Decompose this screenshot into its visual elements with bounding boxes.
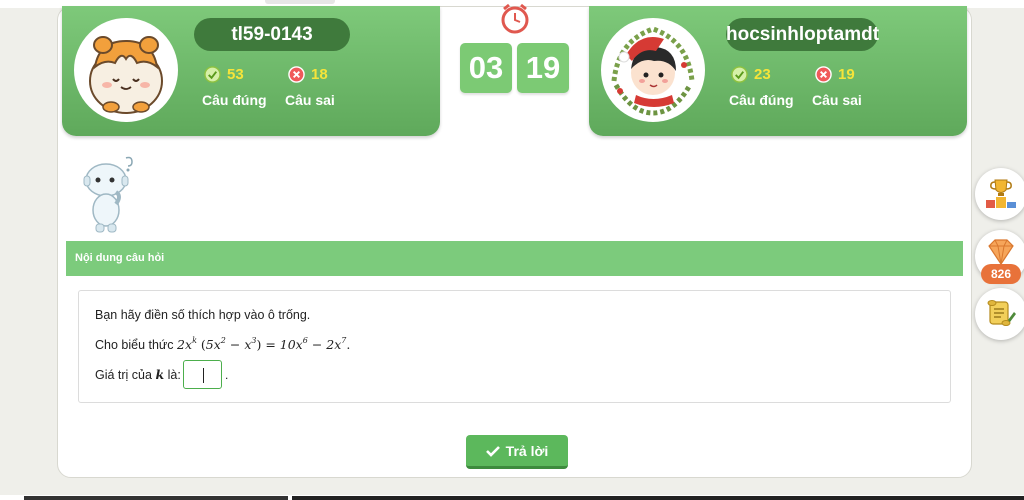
hamster-avatar-icon <box>89 36 163 114</box>
timer-seconds: 19 <box>517 43 569 93</box>
wrong-label-right: Câu sai <box>812 92 862 108</box>
cross-circle-icon <box>815 66 832 83</box>
alarm-clock-icon <box>501 3 529 34</box>
history-scroll-button[interactable] <box>975 288 1024 340</box>
thinking-robot-icon <box>83 156 133 233</box>
player-name-left: tl59-0143 <box>194 18 350 51</box>
wrong-count-right: 19 <box>838 66 855 83</box>
bottom-bar-segment-2 <box>292 496 1024 500</box>
correct-label-left: Câu đúng <box>202 92 267 108</box>
expression-formula: 2xk (5x2 − x3) = 10x6 − 2x7. <box>177 336 351 353</box>
question-value-prompt: Giá trị của k là: <box>95 367 181 382</box>
correct-count-left: 53 <box>227 66 244 83</box>
leaderboard-button[interactable] <box>975 168 1024 220</box>
wrong-stat-right: 19 <box>815 66 855 83</box>
bottom-bar <box>0 495 1024 500</box>
value-prefix: Giá trị của <box>95 368 152 382</box>
timer-minutes: 03 <box>460 43 512 93</box>
player-avatar-right <box>601 18 705 122</box>
scroll-quill-icon <box>987 300 1016 326</box>
question-instruction: Bạn hãy điền số thích hợp vào ô trống. <box>95 308 311 322</box>
answer-input[interactable] <box>183 360 222 389</box>
bottom-bar-segment-1 <box>24 496 288 500</box>
question-header: Nội dung câu hỏi <box>75 252 165 264</box>
wrong-count-left: 18 <box>311 66 328 83</box>
check-circle-icon <box>731 66 748 83</box>
check-icon <box>485 445 500 457</box>
value-variable: k <box>155 367 165 382</box>
correct-stat-left: 53 <box>204 66 244 83</box>
submit-answer-button[interactable]: Trả lời <box>466 435 568 469</box>
wrong-stat-left: 18 <box>288 66 328 83</box>
check-circle-icon <box>204 66 221 83</box>
player-name-right: hocsinhloptamdt <box>726 18 879 51</box>
wrong-label-left: Câu sai <box>285 92 335 108</box>
question-header-bar: Nội dung câu hỏi <box>66 241 963 276</box>
player-avatar-left <box>74 18 178 122</box>
correct-label-right: Câu đúng <box>729 92 794 108</box>
question-expression: Cho biểu thức 2xk (5x2 − x3) = 10x6 − 2x… <box>95 336 351 353</box>
correct-count-right: 23 <box>754 66 771 83</box>
expression-prefix: Cho biểu thức <box>95 338 174 353</box>
value-suffix: là: <box>167 368 181 382</box>
trophy-podium-icon <box>986 179 1016 208</box>
christmas-boy-avatar-icon <box>607 24 699 116</box>
submit-label: Trả lời <box>505 442 549 459</box>
cross-circle-icon <box>288 66 305 83</box>
gem-count-badge: 826 <box>981 264 1021 284</box>
top-tick <box>265 0 335 4</box>
correct-stat-right: 23 <box>731 66 771 83</box>
player-panel-right: hocsinhloptamdt 23 19 Câu đúng Câu sai <box>589 6 967 136</box>
answer-period: . <box>225 368 229 382</box>
player-panel-left: tl59-0143 53 18 Câu đúng Câu sai <box>62 6 440 136</box>
text-caret <box>203 368 204 383</box>
